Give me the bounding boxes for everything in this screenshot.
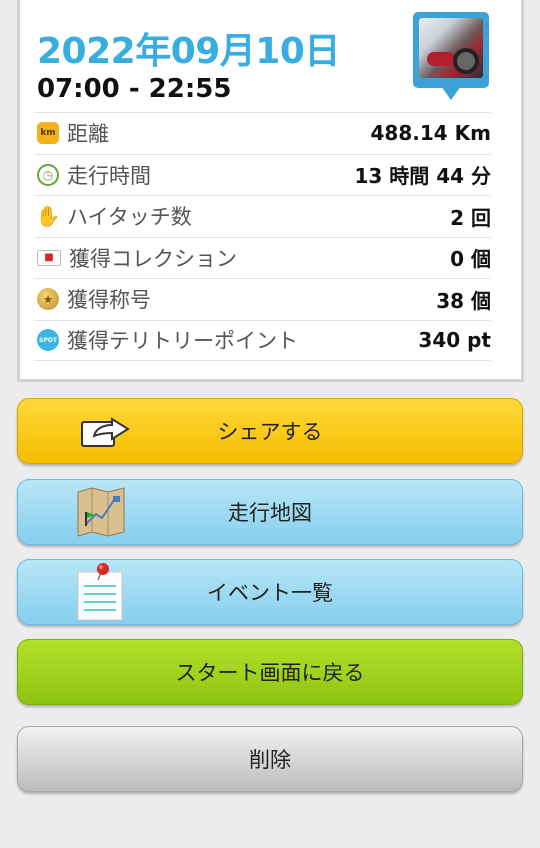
stat-label: 走行時間 [67,163,151,188]
trip-date: 2022年09月10日 [37,31,340,72]
high-five-icon: ✋ [35,204,61,229]
stat-row-titles: ★ 獲得称号 38 個 [34,278,491,320]
pin-tip [441,86,461,100]
stat-label: 獲得コレクション [69,246,237,271]
map-icon [77,487,125,537]
medal-icon: ★ [37,288,59,311]
stat-label: 距離 [67,122,109,147]
km-icon: km [37,122,59,145]
stats-list: km 距離 488.14 Km ◷ 走行時間 13 時間 44 分 ✋ ハイタッ… [34,112,491,361]
stat-label: 獲得称号 [67,288,151,313]
stat-value: 488.14 Km [370,121,491,146]
drive-map-button-label: 走行地図 [228,501,312,525]
share-icon [81,417,130,447]
car-card-icon: ■ [37,249,61,266]
stat-value: 38 個 [436,288,491,313]
delete-button-label: 削除 [249,748,291,772]
clock-icon: ◷ [37,163,59,186]
stat-value: 340 pt [418,328,491,353]
delete-button[interactable]: 削除 [17,726,523,792]
stat-row-collections: ■ 獲得コレクション 0 個 [34,236,491,279]
photo-pin[interactable] [413,12,489,108]
stat-row-distance: km 距離 488.14 Km [34,112,491,154]
stat-value: 13 時間 44 分 [354,164,491,189]
stat-row-high-fives: ✋ ハイタッチ数 2 回 [34,195,491,237]
trip-time-range: 07:00 - 22:55 [37,74,232,104]
back-to-start-button-label: スタート画面に戻る [175,661,365,685]
photo-frame [413,12,489,88]
stat-label: ハイタッチ数 [67,205,192,230]
stat-value: 2 回 [450,205,491,230]
spot-icon: SPOT [37,329,59,352]
event-list-button[interactable]: イベント一覧 [17,559,523,625]
drive-map-button[interactable]: 走行地図 [17,479,523,545]
motorcycle-photo [419,18,483,78]
share-button[interactable]: シェアする [17,398,523,464]
event-list-button-label: イベント一覧 [207,581,333,605]
back-to-start-button[interactable]: スタート画面に戻る [17,639,523,705]
stat-row-territory-points: SPOT 獲得テリトリーポイント 340 pt [34,319,491,361]
photo-wheel-shape [453,48,479,74]
stat-row-drive-time: ◷ 走行時間 13 時間 44 分 [34,153,491,196]
share-button-label: シェアする [217,420,323,444]
memo-pin-icon [77,563,123,621]
stat-label: 獲得テリトリーポイント [67,329,298,354]
photo-tank-shape [427,52,455,66]
stat-value: 0 個 [450,247,491,272]
trip-summary-card: 2022年09月10日 07:00 - 22:55 km 距離 488.14 K… [17,0,524,382]
